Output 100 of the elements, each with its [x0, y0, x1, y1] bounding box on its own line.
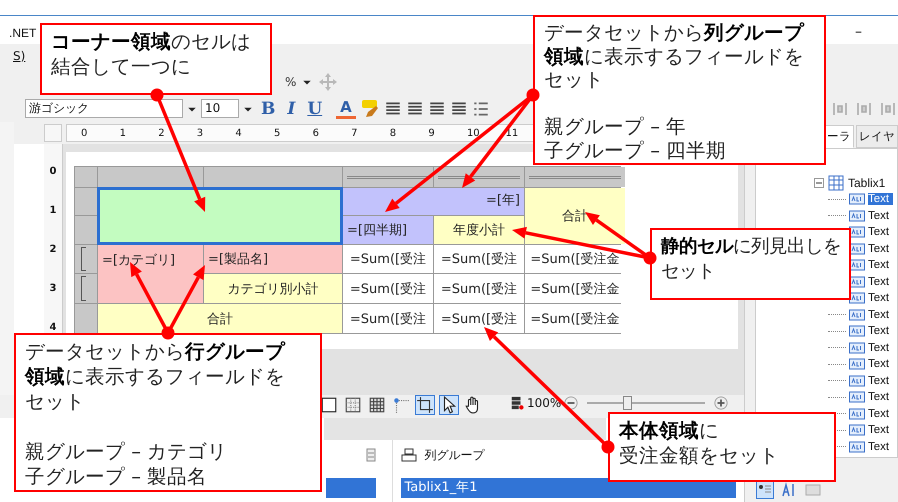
window-title: .NET [9, 26, 36, 40]
tree-item[interactable]: Text [868, 342, 890, 354]
column-handle[interactable] [204, 167, 342, 187]
row-group-icon [364, 448, 378, 462]
textbox-icon [849, 372, 865, 389]
textbox-icon [849, 323, 865, 340]
ruler-label: 2 [158, 128, 166, 138]
callout-text: コーナー領域のセルは 結合して一つに [51, 29, 252, 79]
row-group-cell[interactable]: =[製品名] [204, 245, 342, 273]
tree-item[interactable]: Tablix1 [848, 176, 886, 190]
ruler-label: 1 [120, 128, 127, 138]
column-handle[interactable] [343, 167, 433, 187]
callout-text: 本体領域に 受注金額をセット [619, 418, 780, 468]
row-handle[interactable] [75, 245, 97, 273]
body-cell[interactable]: =Sum([受注 [434, 245, 524, 273]
collapse-icon[interactable] [814, 178, 824, 188]
zoom-in-icon[interactable] [714, 396, 728, 410]
column-handle[interactable] [434, 167, 524, 187]
textbox-icon [849, 389, 865, 406]
tree-item[interactable]: Text [868, 408, 890, 420]
menu-item[interactable]: S) [13, 49, 26, 63]
tree-item[interactable]: Text [868, 391, 890, 404]
zoom-out-icon[interactable] [564, 396, 578, 410]
callout-text: データセットから行グループ 領域に表示するフィールドを セット [25, 339, 286, 414]
bold-button[interactable]: B [257, 98, 280, 118]
row-handle[interactable] [75, 188, 97, 215]
column-handle[interactable] [98, 167, 203, 187]
row-handle[interactable] [75, 274, 97, 303]
static-cell[interactable]: 合計 [98, 304, 342, 333]
tree-item[interactable]: Text [868, 193, 894, 206]
tree-item[interactable]: Text [868, 276, 890, 288]
categorized-icon[interactable] [757, 482, 773, 498]
static-cell[interactable]: カテゴリ別小計 [204, 274, 342, 303]
column-group-cell[interactable]: =[年] [343, 188, 524, 215]
corner-cell[interactable] [98, 188, 342, 244]
textbox-icon [849, 406, 865, 422]
ruler-label: 0 [50, 166, 56, 179]
column-handle[interactable] [75, 167, 97, 187]
underline-button[interactable]: U [303, 98, 326, 118]
column-group-cell[interactable]: =[四半期] [343, 216, 433, 244]
tree-item[interactable]: Text [868, 358, 890, 370]
static-cell[interactable]: 合計 [525, 188, 625, 244]
server-icon[interactable] [510, 396, 524, 410]
font-combo[interactable]: 游ゴシック [25, 99, 183, 118]
zoom-level: 100% [527, 396, 562, 410]
textbox-icon [849, 290, 865, 306]
body-cell[interactable]: =Sum([受注 [343, 274, 433, 303]
align-icon[interactable] [428, 100, 446, 118]
panel-tab[interactable]: ーラ [824, 125, 854, 148]
panel-tab[interactable]: レイヤ [856, 125, 898, 148]
static-cell[interactable]: 年度小計 [434, 216, 524, 244]
ruler-label: 4 [50, 322, 56, 335]
tree-item[interactable]: Text [868, 424, 890, 436]
ruler-label: 2 [50, 244, 56, 257]
row-handle[interactable] [75, 304, 97, 333]
tree-item[interactable]: Text [868, 440, 890, 453]
rectangle-icon[interactable] [320, 396, 338, 414]
tree-item[interactable]: Text [868, 259, 890, 272]
column-group-item[interactable]: Tablix1_年1 [400, 478, 736, 498]
textbox-icon [849, 306, 865, 323]
row-handle[interactable] [75, 216, 97, 244]
align-icon[interactable] [406, 100, 424, 118]
table-icon[interactable] [368, 396, 386, 414]
textbox-icon [849, 340, 865, 356]
pointer-icon[interactable] [440, 396, 458, 414]
italic-button[interactable]: I [283, 98, 300, 118]
ruler-label: 3 [50, 283, 56, 296]
align-icon[interactable] [384, 100, 402, 118]
align-icon[interactable] [450, 100, 468, 118]
callout-text: 親グループ – カテゴリ 子グループ – 製品名 [25, 439, 228, 489]
textbox-icon [849, 191, 865, 208]
textbox-icon [849, 422, 865, 438]
body-cell[interactable]: =Sum([受注 [343, 304, 433, 333]
body-cell[interactable]: =Sum([受注 [434, 274, 524, 303]
ruler-label: 8 [390, 128, 398, 138]
font-size-combo[interactable]: 10 [201, 99, 239, 118]
callout-text: 親グループ – 年 子グループ – 四半期 [544, 115, 728, 162]
textbox-icon [849, 438, 865, 455]
minimize-button[interactable]: – [849, 24, 868, 40]
tree-item[interactable]: Text [868, 308, 890, 321]
sort-icon[interactable] [781, 482, 797, 498]
tree-item[interactable]: Text [868, 242, 890, 255]
zoom-combo[interactable]: % [285, 74, 296, 88]
pin-icon[interactable] [392, 396, 410, 414]
column-handle[interactable] [525, 167, 625, 187]
callout-text: データセットから列グループ 領域に表示するフィールドを セット [544, 21, 806, 92]
textbox-icon [849, 208, 865, 224]
tree-item[interactable]: Text [868, 292, 890, 304]
body-cell[interactable]: =Sum([受注 [434, 304, 524, 333]
crop-icon[interactable] [416, 396, 434, 414]
tree-item[interactable]: Text [868, 325, 890, 338]
font-color-button[interactable]: A [336, 98, 356, 119]
body-cell[interactable]: =Sum([受注 [343, 245, 433, 273]
grid-icon[interactable] [344, 396, 362, 414]
list-icon[interactable] [472, 100, 490, 118]
tree-item[interactable]: Text [868, 374, 890, 387]
tree-item[interactable]: Text [868, 226, 890, 238]
row-group-cell[interactable]: =[カテゴリ] [98, 245, 203, 303]
tree-item[interactable]: Text [868, 210, 890, 222]
ruler-label: 4 [235, 128, 243, 138]
